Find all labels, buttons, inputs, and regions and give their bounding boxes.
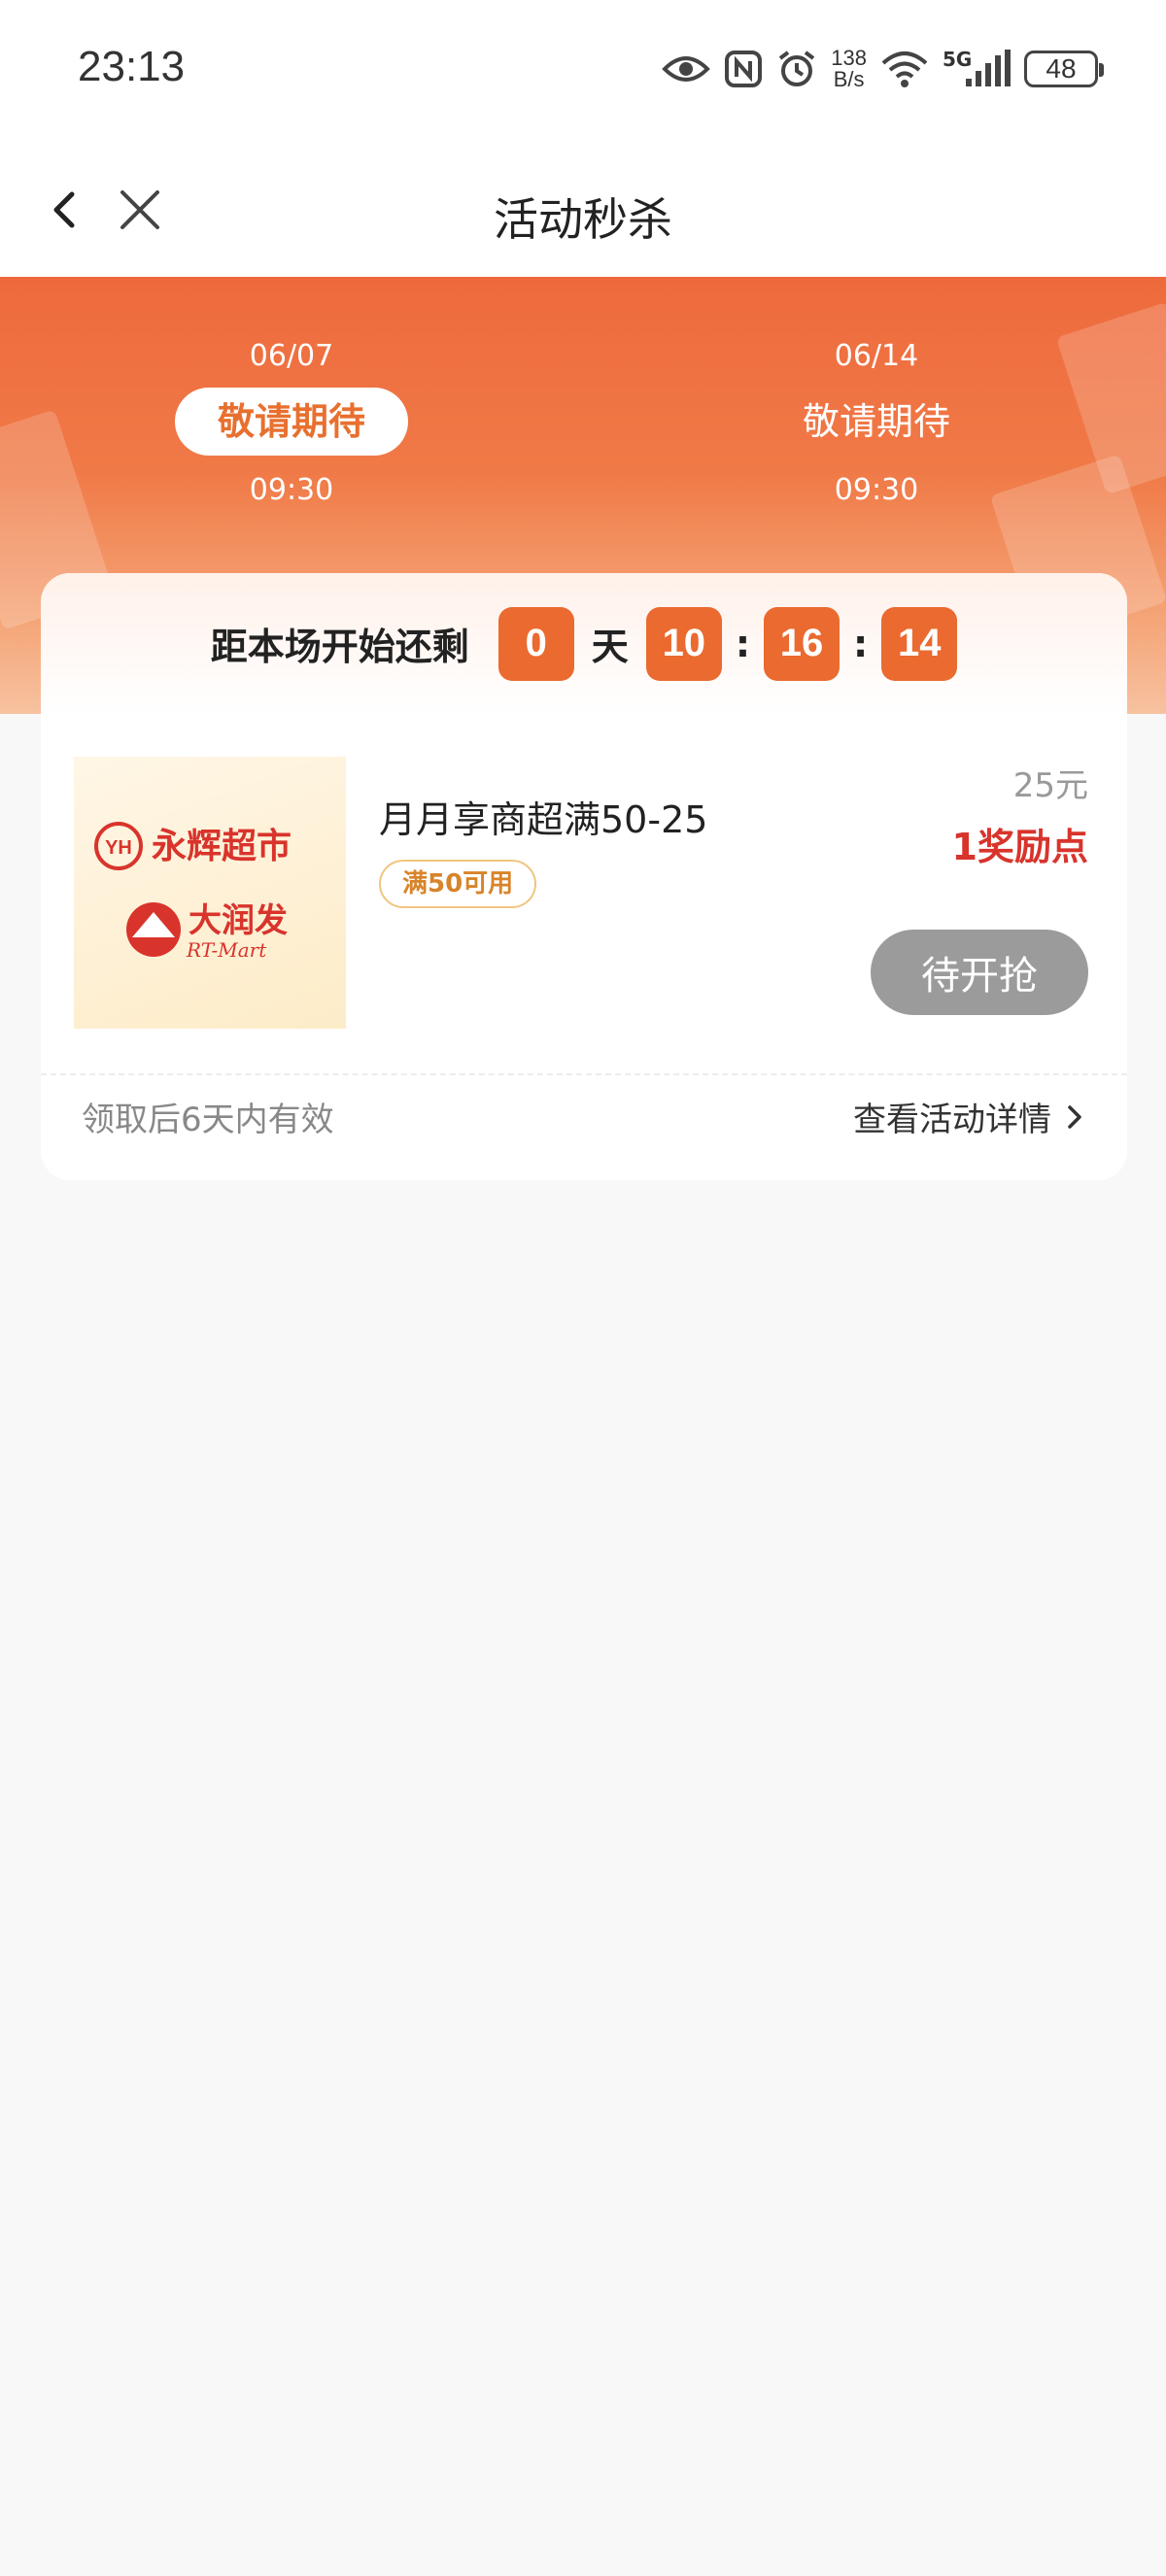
- session-tab-1[interactable]: 06/07 敬请期待 09:30: [146, 335, 437, 512]
- battery-indicator: 48: [1024, 51, 1104, 87]
- countdown-minutes: 16: [764, 606, 840, 681]
- signal-bars-icon: [966, 50, 1011, 86]
- view-details-link[interactable]: 查看活动详情: [853, 1093, 1086, 1140]
- countdown-seconds: 14: [881, 606, 958, 681]
- brand-name-text: 大润发: [189, 901, 288, 940]
- brand-sub-text: RT-Mart: [186, 938, 267, 962]
- session-status-label: 敬请期待: [802, 400, 950, 443]
- countdown-hours: 10: [645, 606, 722, 681]
- countdown-bar: 距本场开始还剩 0 天 10 : 16 : 14: [41, 573, 1127, 714]
- product-price: 25元: [1012, 766, 1088, 805]
- validity-text: 领取后6天内有效: [82, 1101, 334, 1139]
- brand-logo-image: YH 永辉超市 大润发 RT-Mart: [94, 822, 292, 962]
- card-footer: 领取后6天内有效 查看活动详情: [41, 1073, 1127, 1180]
- network-speed: 138 B/s: [831, 46, 867, 91]
- session-time: 09:30: [834, 473, 919, 507]
- countdown-days: 0: [497, 606, 574, 681]
- page-title: 活动秒杀: [494, 193, 672, 246]
- brand-name-text: 永辉超市: [152, 827, 292, 866]
- product-thumbnail: YH 永辉超市 大润发 RT-Mart: [74, 757, 346, 1029]
- flash-sale-card: 距本场开始还剩 0 天 10 : 16 : 14 YH 永辉超市 大润发 RT-…: [41, 573, 1127, 1180]
- alarm-icon: [779, 51, 815, 86]
- countdown-label: 距本场开始还剩: [210, 626, 469, 668]
- reward-points: 1奖励点: [951, 826, 1088, 868]
- chevron-right-icon: [1068, 1104, 1081, 1129]
- eye-icon: [662, 56, 711, 82]
- grab-button[interactable]: 待开抢: [871, 930, 1088, 1015]
- cellular-signal: 5G: [943, 48, 1011, 90]
- status-bar: 23:13 138 B/s 5G 48: [0, 0, 1166, 146]
- nfc-icon: [725, 51, 763, 87]
- session-time: 09:30: [249, 473, 334, 507]
- countdown-separator: :: [735, 622, 751, 665]
- status-icons: 138 B/s 5G 48: [662, 45, 1104, 93]
- countdown-day-unit: 天: [591, 626, 629, 668]
- usage-condition-tag: 满50可用: [379, 860, 537, 908]
- brand-mark-text: YH: [105, 837, 132, 859]
- view-details-label: 查看活动详情: [853, 1101, 1051, 1139]
- wifi-icon: [881, 51, 928, 87]
- status-time: 23:13: [78, 43, 186, 90]
- countdown-separator: :: [853, 622, 869, 665]
- session-status-label: 敬请期待: [175, 388, 408, 456]
- product-name: 月月享商超满50-25: [379, 798, 708, 841]
- session-tab-2[interactable]: 06/14 敬请期待 09:30: [731, 335, 1022, 512]
- nav-bar: 活动秒杀: [0, 146, 1166, 277]
- product-item[interactable]: YH 永辉超市 大润发 RT-Mart 月月享商超满50-25 满50可用 25…: [41, 714, 1127, 1073]
- session-date: 06/14: [834, 339, 919, 373]
- session-date: 06/07: [249, 339, 334, 373]
